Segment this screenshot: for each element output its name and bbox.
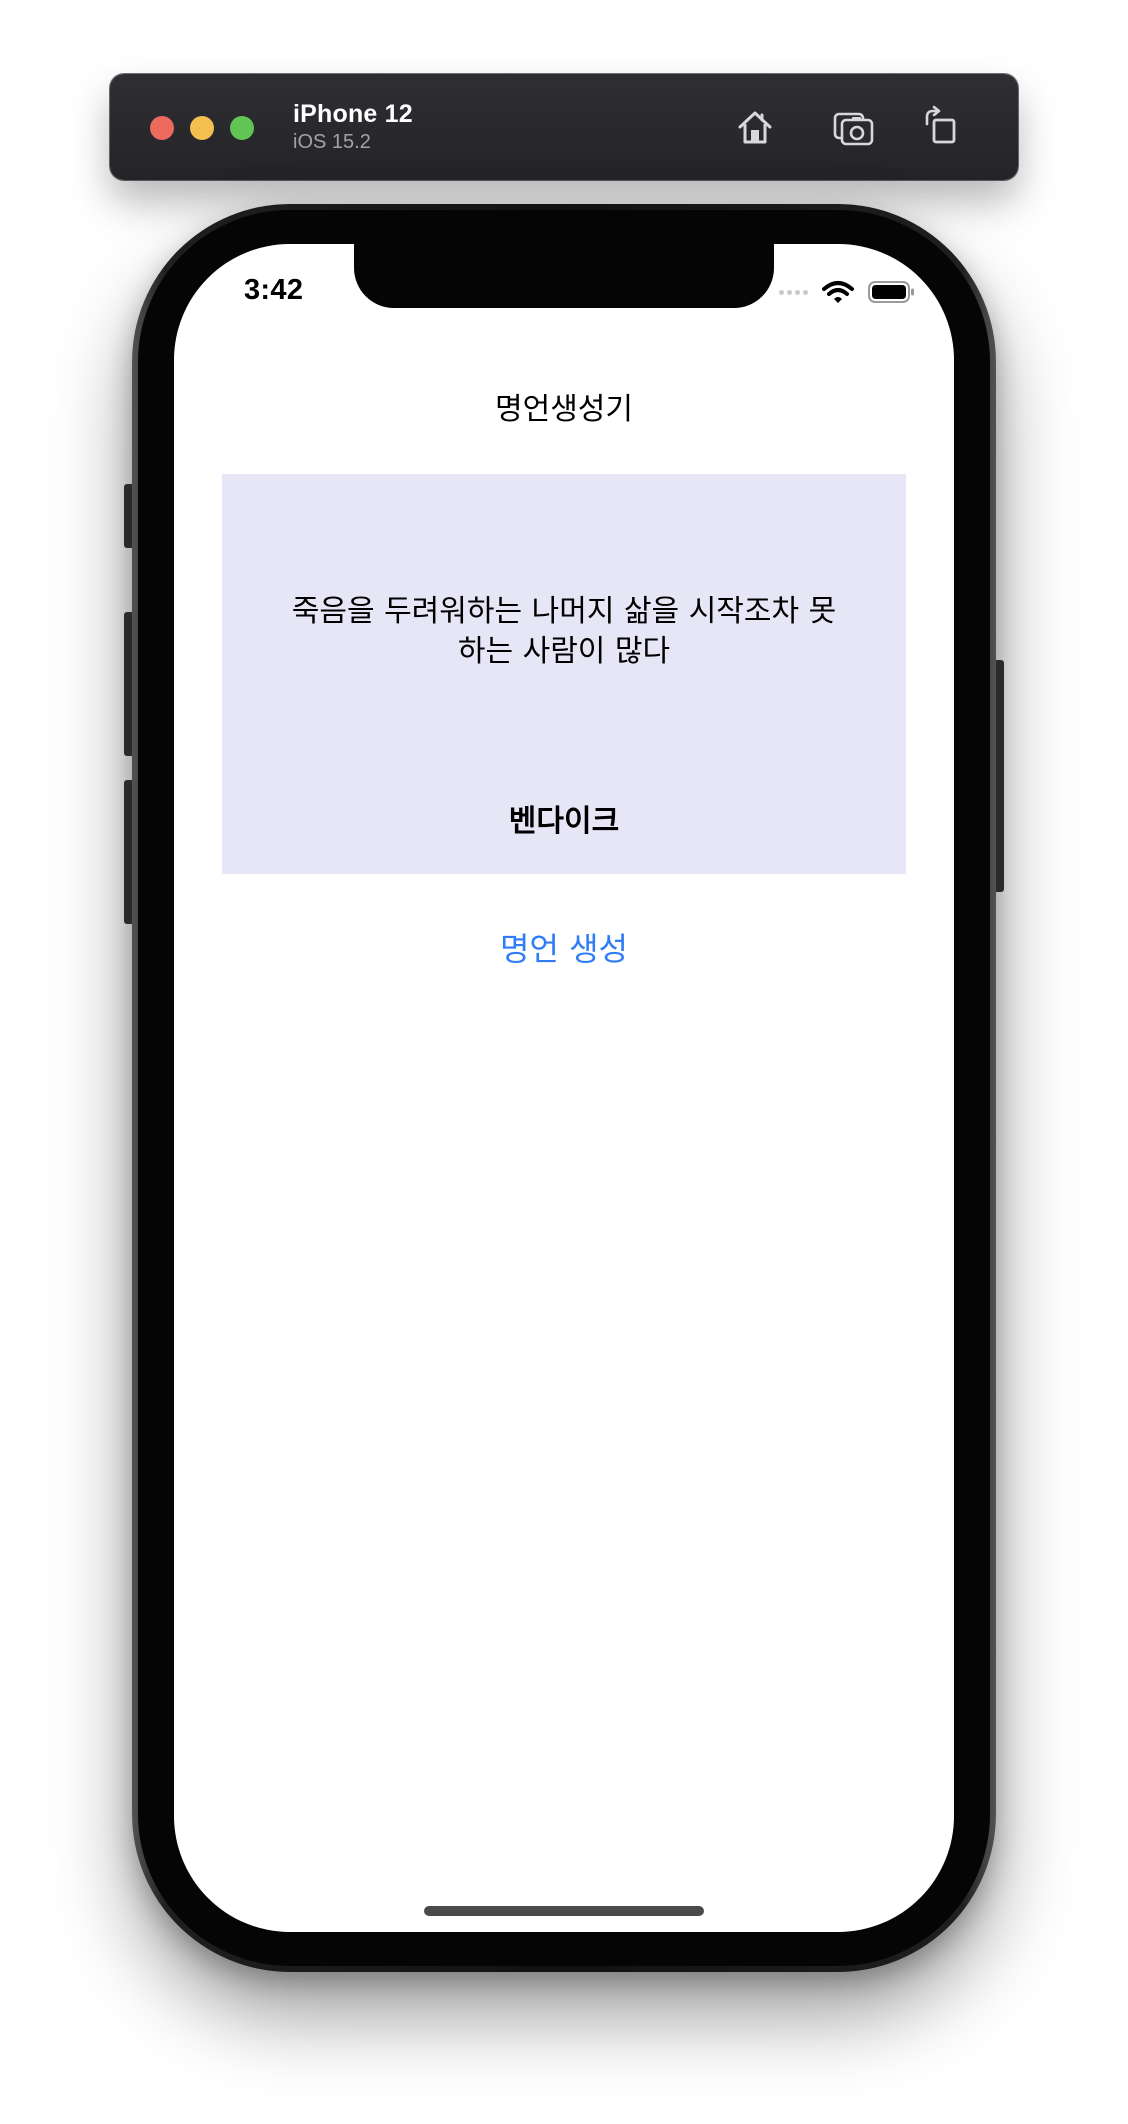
device-name: iPhone 12	[293, 100, 413, 128]
wifi-icon	[822, 281, 854, 303]
screenshot-button[interactable]	[828, 102, 878, 152]
home-button[interactable]	[730, 102, 780, 152]
nav-title: 명언생성기	[495, 392, 633, 427]
status-icons	[779, 280, 916, 304]
quote-author: 벤다이크	[508, 804, 620, 839]
quote-card: 죽음을 두려워하는 나머지 삶을 시작조차 못하는 사람이 많다 벤다이크	[222, 474, 906, 874]
screenshot-icon	[833, 112, 874, 146]
close-window-button[interactable]	[150, 116, 174, 140]
zoom-window-button[interactable]	[230, 116, 254, 140]
minimize-window-button[interactable]	[190, 116, 214, 140]
phone-screen: 3:42 명언생성기 죽음을 두려워하는 나머지 삶을 시작조차 못하는 사람이…	[174, 244, 954, 1932]
signal-dots-icon	[779, 289, 808, 295]
simulator-toolbar: iPhone 12 iOS 15.2	[110, 74, 1018, 180]
rotate-icon	[925, 105, 956, 144]
battery-icon	[868, 281, 914, 303]
rotate-button[interactable]	[918, 102, 968, 152]
notch	[354, 244, 774, 308]
device-os-version: iOS 15.2	[293, 131, 371, 153]
home-indicator[interactable]	[424, 1906, 704, 1916]
status-time: 3:42	[244, 274, 304, 306]
quote-text: 죽음을 두려워하는 나머지 삶을 시작조차 못하는 사람이 많다	[291, 594, 837, 669]
home-icon	[738, 111, 772, 144]
generate-quote-button[interactable]: 명언 생성	[414, 924, 714, 970]
